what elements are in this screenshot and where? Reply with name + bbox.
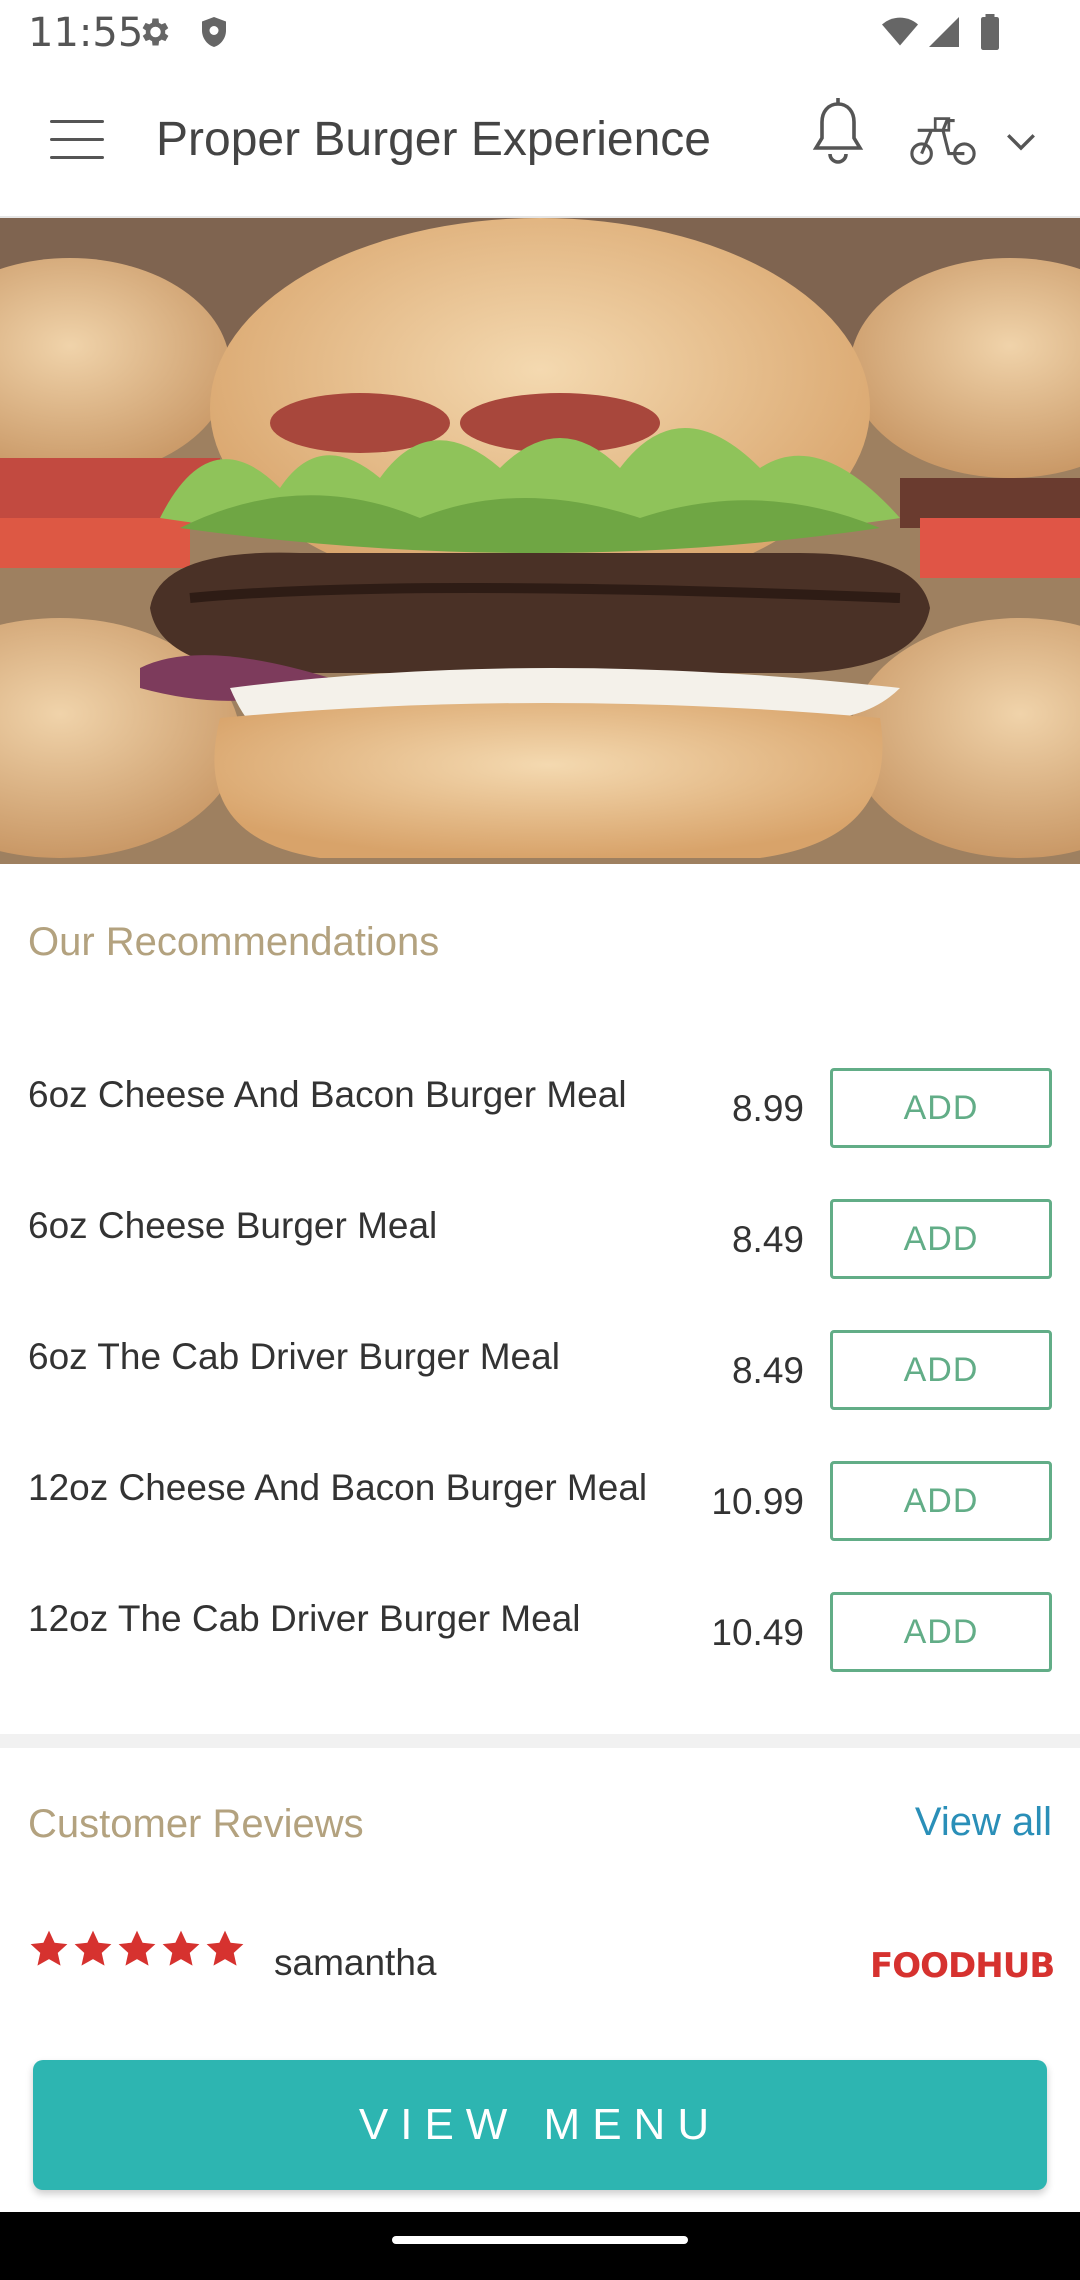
section-divider	[0, 1734, 1080, 1748]
star-icon	[162, 1930, 200, 1966]
star-icon	[118, 1930, 156, 1966]
item-price: 8.49	[731, 1350, 804, 1391]
star-icon	[206, 1930, 244, 1966]
add-button[interactable]: ADD	[830, 1330, 1052, 1410]
list-item: 12oz The Cab Driver Burger Meal 10.49 AD…	[0, 1592, 1080, 1722]
item-name: 12oz Cheese And Bacon Burger Meal	[28, 1467, 648, 1508]
view-menu-button[interactable]: VIEW MENU	[33, 2060, 1047, 2190]
add-button[interactable]: ADD	[830, 1592, 1052, 1672]
view-all-link[interactable]: View all	[915, 1800, 1052, 1845]
list-item: 6oz The Cab Driver Burger Meal 8.49 ADD	[0, 1330, 1080, 1460]
item-name: 6oz The Cab Driver Burger Meal	[28, 1336, 560, 1377]
restaurant-title: Proper Burger Experience	[156, 113, 711, 166]
add-button[interactable]: ADD	[830, 1199, 1052, 1279]
settings-icon	[142, 18, 169, 46]
add-button[interactable]: ADD	[830, 1068, 1052, 1148]
review-item: samantha FOODHUB	[0, 1928, 1080, 2008]
star-rating-partial	[28, 2030, 248, 2050]
item-price: 8.99	[731, 1088, 804, 1129]
wifi-icon	[882, 17, 918, 46]
app-screen: 11:55 Proper Burger Experience Our Recom…	[0, 0, 1080, 2212]
item-price: 10.49	[711, 1612, 804, 1653]
battery-icon	[981, 14, 999, 50]
bell-icon[interactable]	[808, 98, 868, 170]
item-name: 6oz Cheese And Bacon Burger Meal	[28, 1074, 627, 1115]
reviewer-name: samantha	[274, 1942, 437, 1983]
shield-icon	[202, 17, 226, 47]
burger-hero-image	[0, 218, 1080, 864]
list-item: 6oz Cheese And Bacon Burger Meal 8.99 AD…	[0, 1068, 1080, 1198]
status-bar: 11:55	[0, 0, 1080, 64]
delivery-scooter-icon[interactable]	[908, 114, 978, 166]
reviews-title: Customer Reviews	[28, 1802, 364, 1846]
item-price: 10.99	[711, 1481, 804, 1522]
signal-icon	[929, 17, 959, 47]
item-name: 6oz Cheese Burger Meal	[28, 1205, 438, 1246]
chevron-down-icon[interactable]	[1004, 126, 1038, 156]
home-indicator[interactable]	[392, 2236, 688, 2244]
add-button[interactable]: ADD	[830, 1461, 1052, 1541]
item-name: 12oz The Cab Driver Burger Meal	[28, 1598, 581, 1639]
app-bar: Proper Burger Experience	[0, 64, 1080, 218]
recommendations-title: Our Recommendations	[28, 920, 440, 964]
star-icon	[30, 1930, 68, 1966]
hamburger-menu-icon[interactable]	[50, 120, 104, 160]
item-price: 8.49	[731, 1219, 804, 1260]
status-time: 11:55	[28, 10, 144, 56]
foodhub-logo: FOODHUB	[870, 1946, 1055, 1986]
star-rating	[28, 1928, 246, 1970]
star-icon	[74, 1930, 112, 1966]
list-item: 12oz Cheese And Bacon Burger Meal 10.99 …	[0, 1461, 1080, 1591]
list-item: 6oz Cheese Burger Meal 8.49 ADD	[0, 1199, 1080, 1329]
system-nav-bar	[0, 2212, 1080, 2280]
